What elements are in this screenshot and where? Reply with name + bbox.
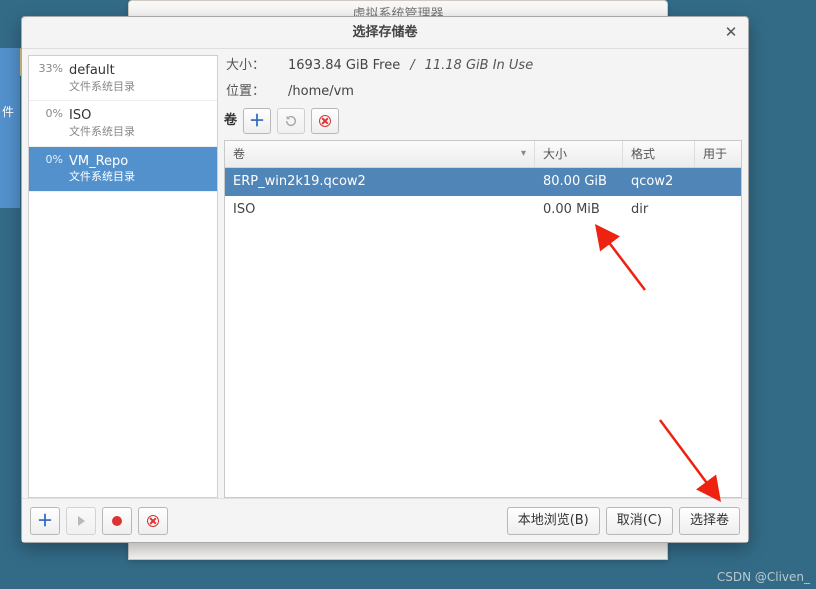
browse-local-button[interactable]: 本地浏览(B) <box>507 507 600 535</box>
plus-icon: ＋ <box>37 510 53 532</box>
pool-usage: 0% <box>35 153 63 168</box>
refresh-icon <box>284 114 298 128</box>
delete-pool-button[interactable] <box>138 507 168 535</box>
delete-icon <box>147 515 159 527</box>
watermark: CSDN @Cliven_ <box>717 569 810 585</box>
pool-subtitle: 文件系统目录 <box>69 170 135 185</box>
col-used[interactable]: 用于 <box>695 141 741 167</box>
dialog-titlebar: 选择存储卷 ✕ <box>22 17 748 49</box>
start-pool-button[interactable] <box>66 507 96 535</box>
refresh-volumes-button[interactable] <box>277 108 305 134</box>
cell-size: 0.00 MiB <box>535 196 623 224</box>
delete-volume-button[interactable] <box>311 108 339 134</box>
location-value: /home/vm <box>288 83 354 101</box>
record-icon <box>112 516 122 526</box>
cell-size: 80.00 GiB <box>535 168 623 196</box>
pool-subtitle: 文件系统目录 <box>69 80 135 95</box>
cell-used <box>695 168 741 196</box>
background-side-tab: 件 <box>0 48 20 208</box>
storage-pool-list[interactable]: 33% default 文件系统目录 0% ISO 文件系统目录 0% VM_R… <box>28 55 218 498</box>
location-label: 位置： <box>226 83 278 101</box>
pool-name: ISO <box>69 107 135 125</box>
pool-name: default <box>69 62 135 80</box>
size-row: 大小： 1693.84 GiB Free / 11.18 GiB In Use <box>224 55 742 77</box>
cell-used <box>695 196 741 224</box>
storage-volume-dialog: 选择存储卷 ✕ 33% default 文件系统目录 0% ISO 文件系统目录… <box>21 16 749 543</box>
pool-item-vmrepo[interactable]: 0% VM_Repo 文件系统目录 <box>29 147 217 192</box>
col-size[interactable]: 大小 <box>535 141 623 167</box>
dialog-bottom-bar: ＋ 本地浏览(B) 取消(C) 选择卷 <box>22 498 748 542</box>
size-label: 大小： <box>226 57 278 75</box>
right-pane: 大小： 1693.84 GiB Free / 11.18 GiB In Use … <box>224 55 742 498</box>
sort-caret-icon: ▾ <box>521 147 526 161</box>
pool-item-default[interactable]: 33% default 文件系统目录 <box>29 56 217 101</box>
table-header: 卷 ▾ 大小 格式 用于 <box>225 141 741 168</box>
cell-name: ERP_win2k19.qcow2 <box>225 168 535 196</box>
play-icon <box>78 516 85 526</box>
choose-volume-button[interactable]: 选择卷 <box>679 507 740 535</box>
pool-usage: 33% <box>35 62 63 77</box>
table-body: ERP_win2k19.qcow2 80.00 GiB qcow2 ISO 0.… <box>225 168 741 497</box>
pool-subtitle: 文件系统目录 <box>69 125 135 140</box>
col-name[interactable]: 卷 ▾ <box>225 141 535 167</box>
size-used: 11.18 GiB In Use <box>425 57 534 75</box>
location-row: 位置： /home/vm <box>224 81 742 103</box>
volume-table: 卷 ▾ 大小 格式 用于 ERP_win2k19.qcow2 80.00 GiB… <box>224 140 742 498</box>
table-row[interactable]: ERP_win2k19.qcow2 80.00 GiB qcow2 <box>225 168 741 196</box>
col-format[interactable]: 格式 <box>623 141 695 167</box>
volume-toolbar-label: 卷 <box>224 112 237 130</box>
cell-name: ISO <box>225 196 535 224</box>
table-row[interactable]: ISO 0.00 MiB dir <box>225 196 741 224</box>
cancel-button[interactable]: 取消(C) <box>606 507 673 535</box>
size-free: 1693.84 GiB Free <box>288 57 400 75</box>
size-sep: / <box>410 57 414 75</box>
stop-pool-button[interactable] <box>102 507 132 535</box>
cell-format: dir <box>623 196 695 224</box>
add-volume-button[interactable]: ＋ <box>243 108 271 134</box>
pool-item-iso[interactable]: 0% ISO 文件系统目录 <box>29 101 217 146</box>
volume-toolbar: 卷 ＋ <box>224 106 742 136</box>
dialog-body: 33% default 文件系统目录 0% ISO 文件系统目录 0% VM_R… <box>22 49 748 498</box>
close-icon[interactable]: ✕ <box>722 23 740 41</box>
dialog-title: 选择存储卷 <box>352 24 417 42</box>
pool-usage: 0% <box>35 107 63 122</box>
cell-format: qcow2 <box>623 168 695 196</box>
pool-name: VM_Repo <box>69 153 135 171</box>
delete-icon <box>319 115 331 127</box>
add-pool-button[interactable]: ＋ <box>30 507 60 535</box>
plus-icon: ＋ <box>249 110 265 132</box>
